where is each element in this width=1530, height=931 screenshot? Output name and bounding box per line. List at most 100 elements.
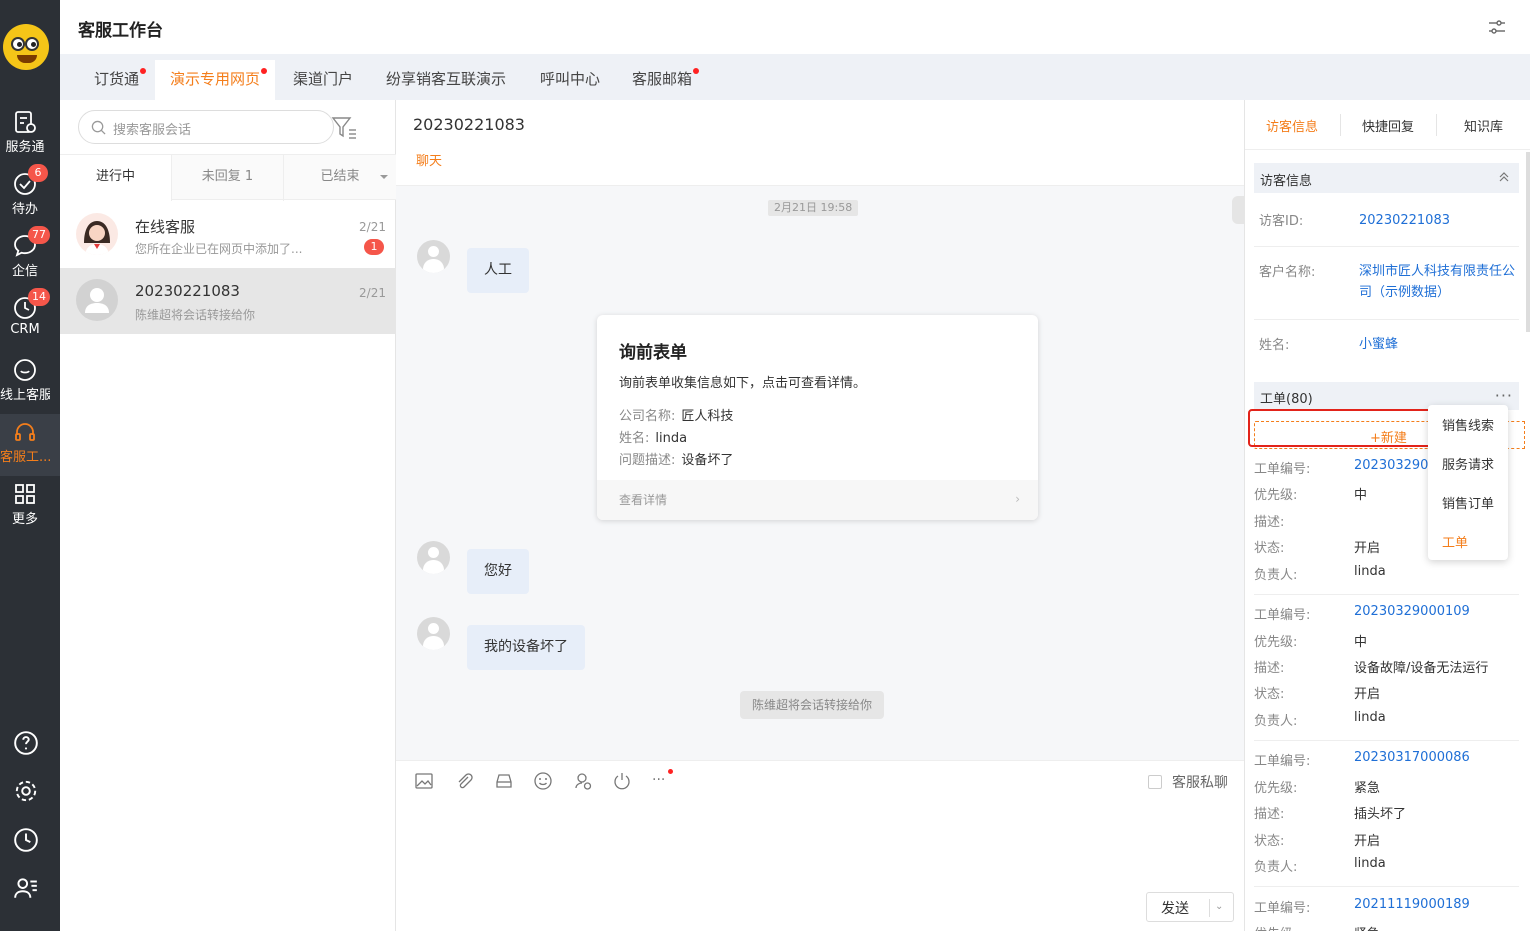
- unread-dot: [261, 68, 268, 74]
- visitor-section-header[interactable]: 访客信息: [1254, 163, 1519, 193]
- section-title: 访客信息: [1260, 174, 1313, 189]
- menu-item-service-request[interactable]: 服务请求: [1442, 454, 1494, 473]
- sliders-icon[interactable]: [1488, 18, 1506, 36]
- customer-name-link[interactable]: 深圳市匠人科技有限责任公司（示例数据）: [1359, 261, 1519, 303]
- tab-order[interactable]: 订货通: [79, 60, 154, 100]
- tab-ended[interactable]: 已结束: [284, 155, 396, 201]
- tab-label: 渠道门户: [293, 70, 354, 88]
- divider: [1209, 899, 1210, 917]
- unread-dot: [693, 68, 700, 74]
- composer[interactable]: ··· 客服私聊 发送 ⌄: [396, 760, 1244, 931]
- form-row: 问题描述: 设备坏了: [619, 453, 734, 468]
- ticket-no-label: 工单编号:: [1254, 754, 1311, 769]
- view-details-link[interactable]: 查看详情 ›: [597, 480, 1038, 520]
- tab-service-mail[interactable]: 客服邮箱: [617, 60, 707, 100]
- tab-quick-reply[interactable]: 快捷回复: [1362, 116, 1414, 135]
- power-end-icon[interactable]: [612, 771, 632, 791]
- filter-icon[interactable]: [330, 114, 358, 142]
- menu-item-sales-lead[interactable]: 销售线索: [1442, 415, 1494, 434]
- time-divider: 2月21日 19:58: [768, 200, 859, 216]
- avatar: [417, 617, 450, 650]
- divider: [1254, 594, 1519, 595]
- unread-badge: 1: [364, 239, 384, 255]
- rail-item-messenger[interactable]: 77 企信: [0, 226, 60, 288]
- chat-panel: 20230221083 聊天 2月21日 19:58 人工 询前表单 询前表单收…: [396, 100, 1244, 931]
- rail-label: 企信: [11, 264, 38, 279]
- status-label: 状态:: [1254, 687, 1285, 702]
- tab-label: 已结束: [320, 169, 360, 184]
- status-value: 开启: [1354, 834, 1381, 849]
- tab-visitor-info[interactable]: 访客信息: [1266, 116, 1318, 135]
- private-chat-checkbox[interactable]: 客服私聊: [1148, 772, 1228, 792]
- menu-item-ticket[interactable]: 工单: [1442, 532, 1468, 551]
- tab-in-progress[interactable]: 进行中: [60, 155, 172, 201]
- app-logo[interactable]: [3, 24, 49, 70]
- section-title: 工单(80): [1260, 392, 1313, 407]
- help-icon[interactable]: [13, 730, 39, 756]
- desc-label: 描述:: [1254, 515, 1285, 530]
- ticket-no-link[interactable]: 2023032900: [1354, 458, 1437, 473]
- owner-value: linda: [1354, 856, 1386, 871]
- menu-item-sales-order[interactable]: 销售订单: [1442, 493, 1494, 512]
- channel-tabs: 订货通 演示专用网页 渠道门户 纷享销客互联演示 呼叫中心 客服邮箱: [60, 54, 1530, 100]
- session-time: 2/21: [359, 220, 386, 234]
- ticket-no-link[interactable]: 20230329000109: [1354, 604, 1470, 619]
- rail-label: 更多: [11, 512, 38, 527]
- emoji-icon[interactable]: [533, 771, 553, 791]
- tab-unreplied[interactable]: 未回复 1: [172, 155, 284, 201]
- tab-chat[interactable]: 聊天: [416, 150, 442, 169]
- message-bubble: 人工: [467, 248, 529, 293]
- tab-channel-portal[interactable]: 渠道门户: [278, 60, 368, 100]
- rail-item-service-desk[interactable]: 客服工...: [0, 414, 60, 476]
- chevron-down-icon[interactable]: ⌄: [1215, 901, 1223, 912]
- rail-item-todo[interactable]: 6 待办: [0, 164, 60, 226]
- tab-knowledge-base[interactable]: 知识库: [1464, 116, 1503, 135]
- rail-item-service[interactable]: 服务通: [0, 104, 60, 164]
- owner-label: 负责人:: [1254, 714, 1298, 729]
- chevron-right-icon: ›: [1015, 492, 1020, 506]
- send-button[interactable]: 发送 ⌄: [1146, 892, 1234, 922]
- image-icon[interactable]: [414, 771, 434, 791]
- settings-gear-icon[interactable]: [13, 778, 39, 804]
- inbox-icon[interactable]: [494, 771, 514, 791]
- collapse-handle[interactable]: [1232, 196, 1244, 224]
- visitor-name-link[interactable]: 小蜜蜂: [1359, 334, 1519, 355]
- divider: [1254, 740, 1519, 741]
- tab-interconnect-demo[interactable]: 纷享销客互联演示: [371, 60, 521, 100]
- tab-label: 订货通: [94, 70, 140, 88]
- session-item[interactable]: 在线客服 您所在企业已在网页中添加了... 2/21 1: [60, 202, 396, 268]
- rail-item-online-service[interactable]: 线上客服: [0, 352, 60, 412]
- divider: [1254, 319, 1519, 320]
- visitor-id-link[interactable]: 20230221083: [1359, 210, 1519, 231]
- session-item[interactable]: 20230221083 陈维超将会话转接给你 2/21: [60, 268, 396, 334]
- rail-item-crm[interactable]: 14 CRM: [0, 288, 60, 350]
- avatar: [76, 213, 118, 255]
- desc-label: 描述:: [1254, 807, 1285, 822]
- ticket-no-link[interactable]: 20230317000086: [1354, 750, 1470, 765]
- pre-chat-form-card[interactable]: 询前表单 询前表单收集信息如下，点击可查看详情。 公司名称: 匠人科技 姓名: li…: [597, 315, 1038, 520]
- more-dots-icon[interactable]: ···: [1495, 386, 1513, 405]
- status-label: 状态:: [1254, 834, 1285, 849]
- divider: [1340, 114, 1341, 136]
- priority-value: 紧急: [1354, 781, 1381, 796]
- rail-label: CRM: [10, 322, 40, 337]
- tab-demo-web[interactable]: 演示专用网页: [155, 60, 276, 100]
- form-title: 询前表单: [619, 343, 687, 363]
- ticket-no-link[interactable]: 20211119000189: [1354, 897, 1470, 912]
- session-name: 20230221083: [135, 282, 240, 300]
- session-search-input[interactable]: 搜索客服会话: [78, 110, 334, 144]
- transfer-agent-icon[interactable]: [573, 771, 593, 791]
- attachment-icon[interactable]: [454, 771, 474, 791]
- tab-label: 客服邮箱: [632, 70, 693, 88]
- user-profile-icon[interactable]: [13, 875, 39, 901]
- rail-item-more[interactable]: 更多: [0, 476, 60, 536]
- checkbox[interactable]: [1148, 775, 1162, 789]
- divider: [1254, 886, 1519, 887]
- new-type-dropdown: 销售线索 服务请求 销售订单 工单: [1428, 405, 1508, 560]
- history-clock-icon[interactable]: [13, 827, 39, 853]
- tab-label: 纷享销客互联演示: [386, 70, 507, 88]
- view-details-label: 查看详情: [619, 493, 668, 507]
- scrollbar[interactable]: [1526, 152, 1530, 332]
- highlight-box: [1248, 409, 1440, 447]
- tab-call-center[interactable]: 呼叫中心: [525, 60, 615, 100]
